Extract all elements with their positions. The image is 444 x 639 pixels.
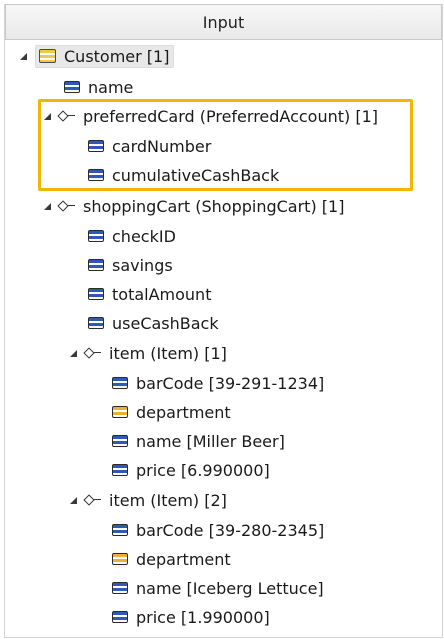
field-icon (88, 288, 104, 300)
tree-node-label: checkID (112, 226, 176, 246)
field-icon (88, 230, 104, 242)
tree-node-label: barCode [39-280-2345] (136, 520, 325, 540)
tree-node-label: item (Item) [2] (109, 490, 227, 510)
tree-node-label: useCashBack (112, 313, 219, 333)
reference-icon (57, 200, 77, 212)
field-icon (88, 140, 104, 152)
tree-node-label: cardNumber (112, 136, 212, 156)
field-icon (64, 81, 80, 93)
tree-node-cardnumber[interactable]: cardNumber (88, 134, 211, 158)
field-icon (112, 464, 128, 476)
tree-node-shoppingcart[interactable]: shoppingCart (ShoppingCart) [1] (44, 194, 344, 218)
tree-node-label: shoppingCart (ShoppingCart) [1] (83, 196, 345, 216)
expand-toggle-icon[interactable] (20, 52, 29, 61)
expand-toggle-icon[interactable] (70, 349, 79, 358)
field-icon (88, 169, 104, 181)
tree-node-item-1[interactable]: item (Item) [1] (70, 341, 227, 365)
tree-node-label: Customer [1] (64, 46, 170, 66)
tree-node-label: savings (112, 255, 173, 275)
tree-node-label: barCode [39-291-1234] (136, 373, 325, 393)
tree-node-name[interactable]: name (64, 75, 133, 99)
expand-toggle-icon[interactable] (44, 202, 53, 211)
field-empty-icon (112, 553, 128, 565)
tree-node-label: department (136, 549, 231, 569)
tree-node-usecashback[interactable]: useCashBack (88, 311, 219, 335)
field-icon (88, 317, 104, 329)
reference-icon (83, 347, 103, 359)
tree-node-label: price [6.990000] (136, 460, 270, 480)
tree-node-preferredcard[interactable]: preferredCard (PreferredAccount) [1] (44, 104, 378, 128)
tree-node-savings[interactable]: savings (88, 253, 173, 277)
field-icon (88, 259, 104, 271)
tree-node-item-2[interactable]: item (Item) [2] (70, 488, 227, 512)
tree-node-label: totalAmount (112, 284, 212, 304)
expand-toggle-icon[interactable] (70, 496, 79, 505)
reference-icon (83, 494, 103, 506)
tree-node-label: preferredCard (PreferredAccount) [1] (83, 106, 379, 126)
tree-node-label: department (136, 402, 231, 422)
tree-node-label: item (Item) [1] (109, 343, 227, 363)
tree-node-customer[interactable]: Customer [1] (20, 44, 175, 68)
tree-node-item-name[interactable]: name [Miller Beer] (112, 429, 285, 453)
tree-node-barcode[interactable]: barCode [39-291-1234] (112, 371, 324, 395)
input-tree-panel: Input (4, 4, 443, 638)
tree-node-barcode[interactable]: barCode [39-280-2345] (112, 518, 324, 542)
field-icon (112, 582, 128, 594)
tree-node-label: name [Miller Beer] (136, 431, 285, 451)
tree-node-price[interactable]: price [1.990000] (112, 605, 270, 629)
field-empty-icon (112, 406, 128, 418)
tree-node-checkid[interactable]: checkID (88, 224, 176, 248)
expand-toggle-icon[interactable] (44, 112, 53, 121)
field-icon (112, 611, 128, 623)
field-icon (112, 377, 128, 389)
field-icon (112, 435, 128, 447)
reference-icon (57, 110, 77, 122)
tree-node-item-name[interactable]: name [Iceberg Lettuce] (112, 576, 324, 600)
customer-node-selection[interactable]: Customer [1] (35, 44, 175, 68)
tree-node-price[interactable]: price [6.990000] (112, 458, 270, 482)
tree-node-label: name (88, 77, 134, 97)
field-icon (112, 524, 128, 536)
input-column-header[interactable]: Input (5, 4, 442, 40)
tree-node-cumulativecashback[interactable]: cumulativeCashBack (88, 163, 279, 187)
tree-node-label: cumulativeCashBack (112, 165, 280, 185)
tree-node-totalamount[interactable]: totalAmount (88, 282, 211, 306)
tree-node-label: name [Iceberg Lettuce] (136, 578, 324, 598)
input-header-label: Input (202, 12, 245, 32)
tree-node-department[interactable]: department (112, 547, 231, 571)
entity-icon (39, 49, 56, 63)
tree-node-label: price [1.990000] (136, 607, 270, 627)
tree-node-department[interactable]: department (112, 400, 231, 424)
